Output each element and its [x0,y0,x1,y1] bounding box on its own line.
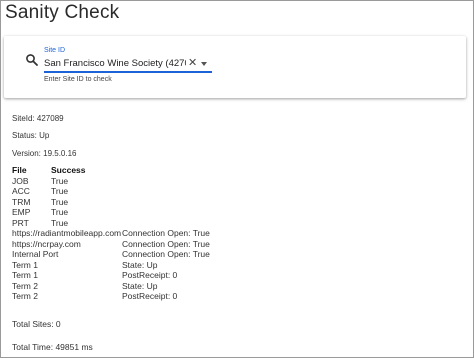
file-name: EMP [12,207,31,217]
connection-status: PostReceipt: 0 [122,270,178,280]
connection-status: State: Up [122,280,158,291]
close-icon[interactable]: ✕ [188,57,197,69]
file-success: True [51,186,69,196]
site-id-underline [44,71,212,73]
connection-status: State: Up [122,259,158,270]
file-row: EMP True [12,207,210,218]
connection-row: Term 1 State: Up [12,260,210,271]
connection-name: https://radiantmobileapp.com [12,228,122,238]
version-text: Version: 19.5.0.16 [12,149,77,158]
file-row: TRM True [12,197,210,208]
total-time-text: Total Time: 49851 ms [12,342,93,352]
file-success: True [51,217,69,228]
connection-status: Connection Open: True [122,238,210,249]
file-success: True [51,196,69,207]
page-title: Sanity Check [5,2,120,23]
success-column-header: Success [51,165,86,175]
connection-name: Internal Port [12,249,59,259]
status-text: Status: Up [12,131,50,140]
site-id-text: SiteId: 427089 [12,114,64,123]
connection-name: Term 1 [12,259,38,270]
file-name: ACC [12,186,30,196]
site-id-helper-text: Enter Site ID to check [44,76,112,83]
total-sites-text: Total Sites: 0 [12,319,61,329]
connection-row: Internal Port Connection Open: True [12,249,210,260]
connection-row: Term 1 PostReceipt: 0 [12,270,210,281]
connection-row: Term 2 PostReceipt: 0 [12,291,210,302]
file-column-header: File [12,165,27,175]
results-header-row: File Success [12,165,210,176]
dropdown-arrow-icon[interactable] [201,62,207,66]
file-success: True [51,207,69,217]
site-id-input[interactable]: San Francisco Wine Society (427089) [44,58,186,69]
file-name: JOB [12,175,29,186]
file-name: PRT [12,217,29,228]
connection-name: https://ncrpay.com [12,238,81,249]
file-row: ACC True [12,186,210,197]
connection-row: Term 2 State: Up [12,281,210,292]
site-search-card: Site ID San Francisco Wine Society (4270… [4,36,466,98]
connection-status: Connection Open: True [122,249,210,259]
connection-row: https://ncrpay.com Connection Open: True [12,239,210,250]
connection-status: PostReceipt: 0 [122,291,178,301]
connection-name: Term 2 [12,291,38,301]
connection-name: Term 1 [12,270,38,280]
results-table: File Success JOB True ACC True TRM True … [12,165,210,302]
file-name: TRM [12,196,31,207]
connection-name: Term 2 [12,280,38,291]
file-row: PRT True [12,218,210,229]
search-icon [25,53,39,67]
connection-status: Connection Open: True [122,228,210,238]
site-id-label: Site ID [44,47,66,54]
file-row: JOB True [12,176,210,187]
connection-row: https://radiantmobileapp.com Connection … [12,228,210,239]
file-success: True [51,175,69,186]
